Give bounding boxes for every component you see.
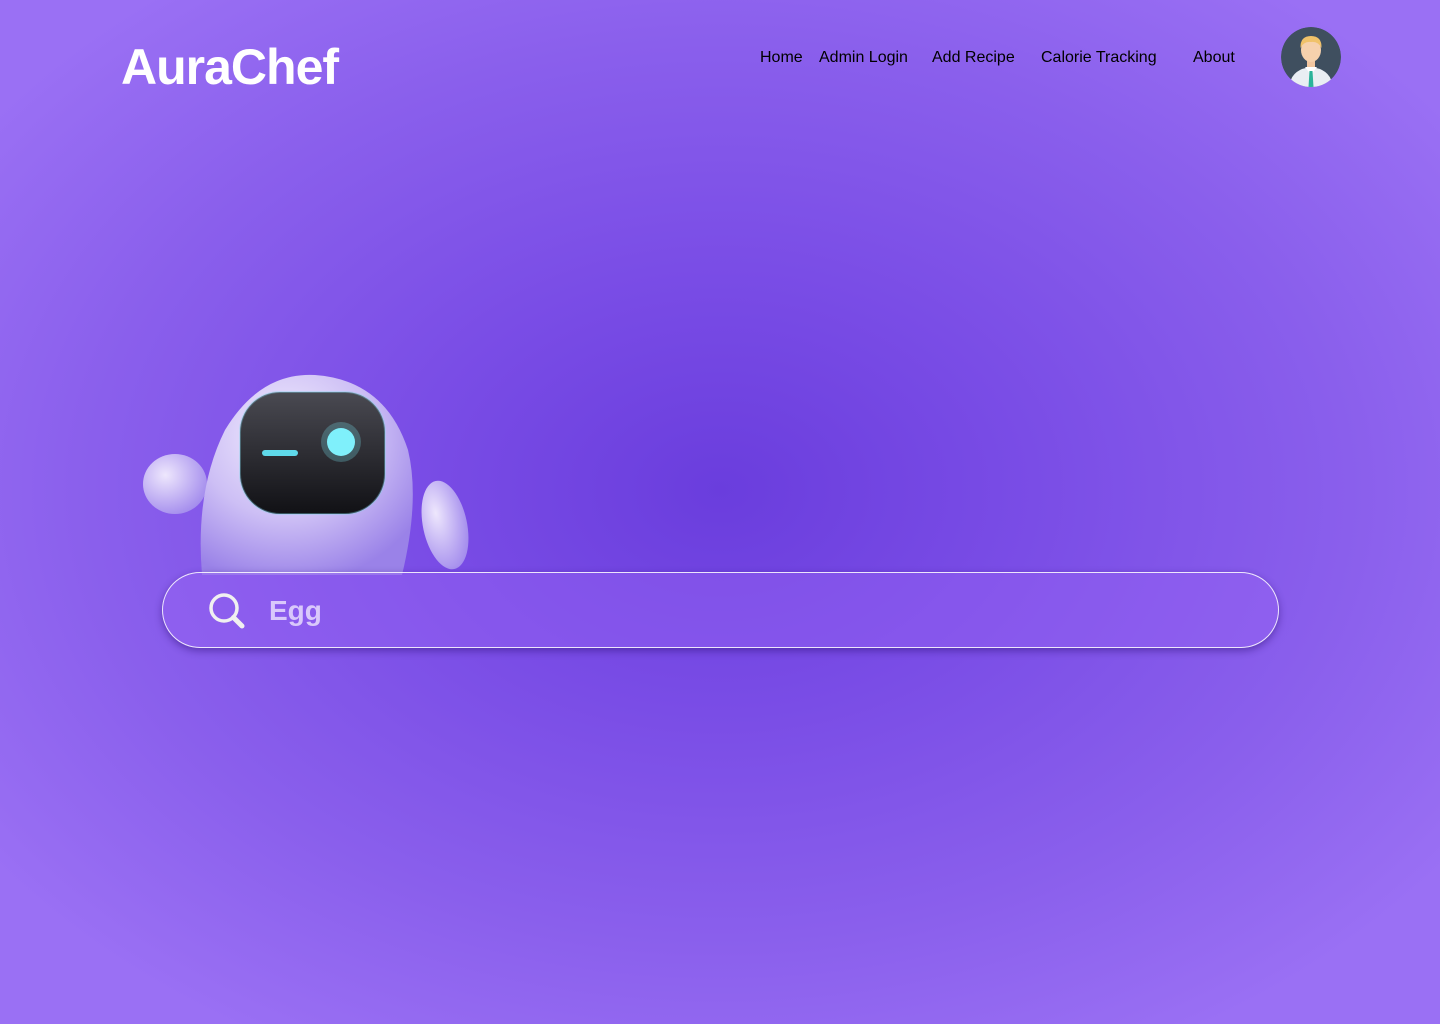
nav-home[interactable]: Home xyxy=(760,49,803,71)
search-icon[interactable] xyxy=(207,591,247,631)
nav-about[interactable]: About xyxy=(1193,49,1235,71)
nav-admin-login[interactable]: Admin Login xyxy=(819,49,908,71)
robot-mascot-icon xyxy=(140,370,480,575)
nav-calorie-tracking[interactable]: Calorie Tracking xyxy=(1041,49,1157,71)
user-avatar-icon[interactable] xyxy=(1281,27,1341,87)
nav-add-recipe[interactable]: Add Recipe xyxy=(932,49,1015,71)
brand-logo[interactable]: AuraChef xyxy=(121,38,339,96)
search-bar xyxy=(162,572,1279,648)
search-input[interactable] xyxy=(269,589,1229,633)
